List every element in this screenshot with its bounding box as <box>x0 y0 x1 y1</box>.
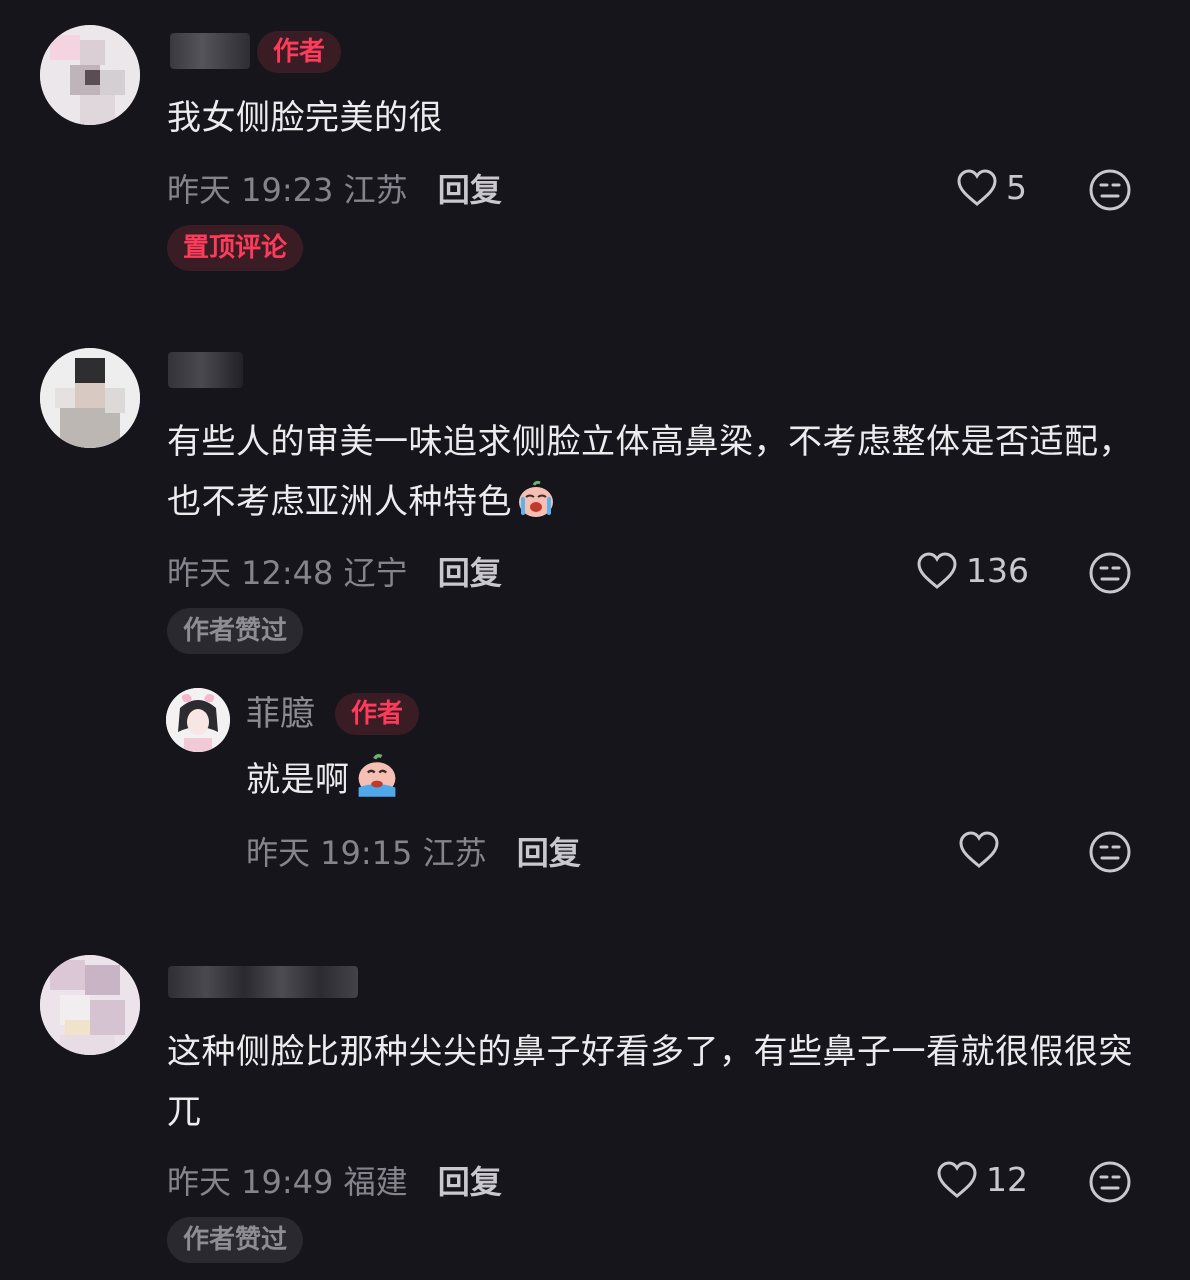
blurred-avatar-image <box>40 348 140 448</box>
crying-emoji-icon <box>519 480 553 517</box>
reply-username[interactable]: 菲臆 <box>246 692 314 736</box>
timestamp: 昨天 19:49 <box>167 1163 334 1201</box>
reply-button[interactable]: 回复 <box>438 1163 502 1201</box>
timestamp: 昨天 19:15 <box>246 834 413 872</box>
author-liked-badge: 作者赞过 <box>167 608 304 654</box>
neutral-face-icon[interactable] <box>1088 830 1132 874</box>
reply-button[interactable]: 回复 <box>438 554 502 592</box>
avatar[interactable] <box>40 955 140 1055</box>
author-tag: 作者 <box>335 693 420 735</box>
comment-meta: 昨天 12:48 辽宁 回复 <box>167 553 502 593</box>
neutral-face-icon[interactable] <box>1088 551 1132 595</box>
comment-text: 我女侧脸完美的很 <box>167 98 443 138</box>
blurred-avatar-image <box>40 955 140 1055</box>
comment-meta: 昨天 19:23 江苏 回复 <box>167 170 502 210</box>
heart-icon <box>937 1160 977 1198</box>
blurred-username[interactable] <box>168 352 243 388</box>
heart-icon <box>957 168 997 206</box>
heart-icon <box>917 551 957 589</box>
pinned-badge: 置顶评论 <box>167 225 304 271</box>
avatar-image <box>166 688 230 752</box>
crying-emoji-icon <box>358 753 395 797</box>
neutral-face-icon[interactable] <box>1088 168 1132 212</box>
location: 福建 <box>343 1163 408 1201</box>
avatar[interactable] <box>40 348 140 448</box>
reply-button[interactable]: 回复 <box>438 171 502 209</box>
comment-text: 有些人的审美一味追求侧脸立体高鼻梁，不考虑整体是否适配，也不考虑亚洲人种特色 <box>167 412 1157 532</box>
location: 江苏 <box>343 171 408 209</box>
timestamp: 昨天 12:48 <box>167 554 334 592</box>
reply-text: 就是啊 <box>246 750 1146 810</box>
like-count: 5 <box>1006 168 1027 207</box>
blurred-username[interactable] <box>170 33 250 69</box>
blurred-avatar-image <box>40 25 140 125</box>
like-button[interactable]: 5 <box>956 168 1027 207</box>
comment-text: 这种侧脸比那种尖尖的鼻子好看多了，有些鼻子一看就很假很突兀 <box>167 1032 1133 1132</box>
like-button[interactable]: 136 <box>916 551 1029 590</box>
comment-text-content: 有些人的审美一味追求侧脸立体高鼻梁，不考虑整体是否适配，也不考虑亚洲人种特色 <box>167 422 1133 522</box>
reply-text-content: 就是啊 <box>246 760 350 800</box>
like-count: 12 <box>986 1160 1028 1199</box>
blurred-username[interactable] <box>168 966 358 998</box>
like-count: 136 <box>966 551 1029 590</box>
reply-meta: 昨天 19:15 江苏 回复 <box>246 833 581 873</box>
neutral-face-icon[interactable] <box>1088 1160 1132 1204</box>
like-button[interactable]: 12 <box>936 1160 1028 1199</box>
comment-meta: 昨天 19:49 福建 回复 <box>167 1162 502 1202</box>
author-tag: 作者 <box>257 31 342 73</box>
author-liked-badge: 作者赞过 <box>167 1217 304 1263</box>
location: 辽宁 <box>343 554 408 592</box>
heart-icon <box>959 831 999 868</box>
reply-button[interactable]: 回复 <box>517 834 581 872</box>
reply-avatar[interactable] <box>166 688 230 752</box>
location: 江苏 <box>422 834 487 872</box>
like-button[interactable] <box>958 831 1000 869</box>
avatar[interactable] <box>40 25 140 125</box>
timestamp: 昨天 19:23 <box>167 171 334 209</box>
